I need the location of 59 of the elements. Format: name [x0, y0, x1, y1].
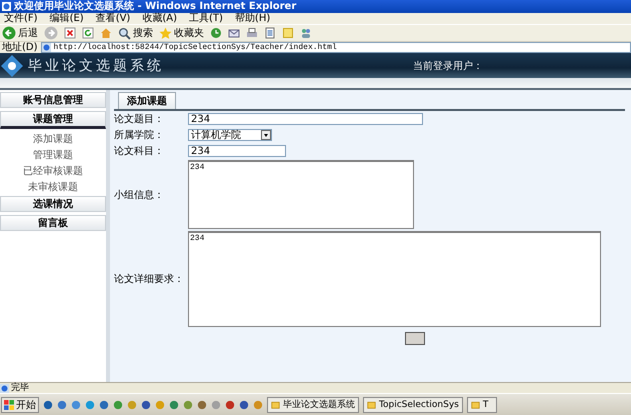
back-button[interactable]: 后退 [2, 25, 38, 41]
field-label: 所属学院： [114, 128, 165, 142]
logo-icon [0, 54, 24, 78]
page-icon [42, 43, 51, 52]
taskbar-button[interactable]: T [466, 396, 497, 412]
field-label: 论文题目： [114, 112, 165, 126]
tab[interactable]: 添加课题 [118, 92, 176, 109]
taskbar-button[interactable]: 毕业论文选题系统 [267, 396, 359, 412]
text-field[interactable]: 234 [188, 145, 286, 157]
dropdown-field[interactable]: 计算机学院 [188, 129, 272, 141]
folder-icon [367, 400, 376, 409]
forward-icon[interactable] [44, 26, 58, 40]
window-title: 欢迎使用毕业论文选题系统 - Windows Internet Explorer [14, 0, 296, 12]
printer-icon[interactable] [246, 27, 258, 39]
address-field[interactable]: http://localhost:58244/TopicSelectionSys/Teacher/index.html [40, 42, 631, 53]
folder-icon [271, 400, 280, 409]
field-label: 论文详细要求： [114, 272, 185, 286]
history-icon[interactable] [210, 27, 222, 39]
stop-icon[interactable] [64, 27, 76, 39]
folder-icon [470, 400, 480, 409]
menu-item[interactable]: 编辑(E) [50, 13, 84, 24]
mail-icon[interactable] [228, 27, 240, 39]
people-icon[interactable] [300, 27, 312, 39]
text-area[interactable]: 234 [188, 231, 601, 327]
status-text: 完毕 [11, 383, 29, 393]
star-icon [159, 26, 172, 40]
refresh-icon[interactable] [82, 27, 94, 39]
field-label: 小组信息： [114, 188, 165, 202]
search-button[interactable]: 搜索 [118, 25, 153, 41]
sidebar-section[interactable]: 课题管理 [0, 111, 106, 129]
browser-icon [2, 2, 11, 11]
page-icon [0, 384, 9, 392]
favorites-button[interactable]: 收藏夹 [159, 25, 204, 41]
menu-item[interactable]: 帮助(H) [234, 13, 270, 24]
sidebar-item[interactable]: 添加课题 [0, 132, 106, 145]
sidebar-section[interactable]: 账号信息管理 [0, 92, 106, 108]
field-label: 论文科目： [114, 144, 165, 158]
menu-item[interactable]: 工具(T) [189, 13, 223, 24]
site-title: 毕业论文选题系统 [28, 56, 164, 74]
menu-item[interactable]: 文件(F) [4, 13, 38, 24]
text-field[interactable]: 234 [188, 113, 423, 125]
user-label: 当前登录用户： [413, 60, 483, 72]
note-icon[interactable] [282, 27, 294, 39]
start-button[interactable]: 开始 [1, 396, 39, 412]
sidebar-section[interactable]: 选课情况 [0, 196, 106, 212]
text-area[interactable]: 234 [188, 160, 414, 229]
home-icon[interactable] [100, 27, 112, 39]
sidebar-item[interactable]: 未审核课题 [0, 180, 106, 193]
sidebar-item[interactable]: 管理课题 [0, 148, 106, 161]
menu-item[interactable]: 收藏(A) [142, 13, 177, 24]
document-icon[interactable] [264, 27, 276, 39]
sidebar-item[interactable]: 已经审核课题 [0, 164, 106, 177]
windows-logo-icon [4, 400, 14, 410]
search-icon [118, 26, 131, 40]
sidebar-section[interactable]: 留言板 [0, 215, 106, 231]
address-label: 地址(D) [2, 42, 38, 53]
menu-item[interactable]: 查看(V) [96, 13, 130, 24]
taskbar-button[interactable]: TopicSelectionSys [363, 396, 463, 412]
form-button[interactable] [404, 332, 424, 345]
